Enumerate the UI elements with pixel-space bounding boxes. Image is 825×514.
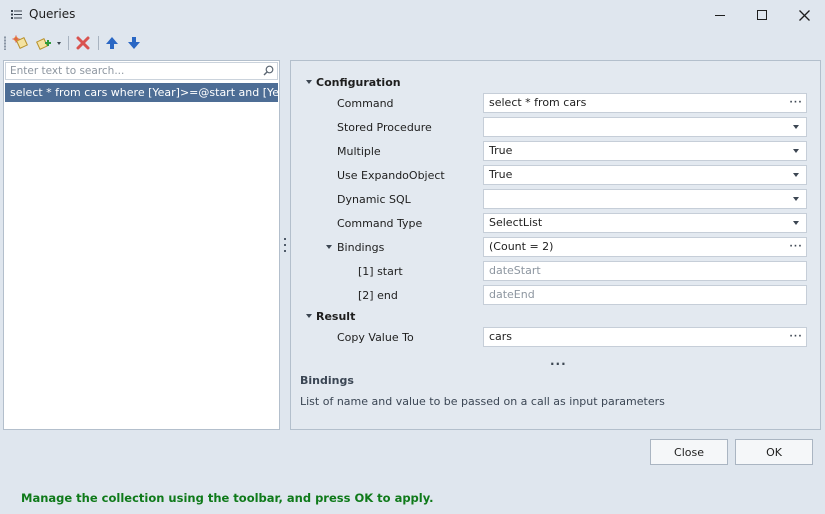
dropdown-button[interactable] [789, 190, 803, 208]
query-list-panel: select * from cars where [Year]>=@start … [3, 60, 280, 430]
search-box[interactable] [5, 62, 278, 80]
binding-start-label: [1] start [358, 265, 403, 278]
copy-value-to-label: Copy Value To [337, 331, 414, 344]
binding-start-field[interactable]: dateStart [483, 261, 807, 281]
dropdown-button[interactable] [789, 118, 803, 136]
collapse-caret-icon[interactable] [326, 245, 332, 249]
ellipsis-icon: ··· [789, 332, 803, 342]
command-label: Command [337, 97, 394, 110]
ellipsis-icon: ··· [789, 98, 803, 108]
list-icon [11, 9, 22, 20]
dropdown-button[interactable] [789, 214, 803, 232]
delete-icon [76, 36, 90, 50]
command-type-dropdown[interactable]: SelectList [483, 213, 807, 233]
collapse-caret-icon[interactable] [306, 314, 312, 318]
close-button[interactable]: Close [650, 439, 728, 465]
close-window-button[interactable] [783, 0, 825, 30]
copy-value-to-field[interactable]: cars ··· [483, 327, 807, 347]
binding-end-field[interactable]: dateEnd [483, 285, 807, 305]
command-field[interactable]: select * from cars ··· [483, 93, 807, 113]
binding-end-label: [2] end [358, 289, 398, 302]
footer: Manage the collection using the toolbar,… [0, 478, 825, 514]
title-bar: Queries [0, 0, 825, 30]
minimize-button[interactable] [699, 0, 741, 30]
maximize-icon [757, 10, 767, 20]
toolbar-separator [98, 36, 99, 50]
footer-hint: Manage the collection using the toolbar,… [21, 491, 434, 505]
search-icon[interactable] [263, 65, 274, 79]
stored-procedure-dropdown[interactable] [483, 117, 807, 137]
collapse-caret-icon[interactable] [306, 80, 312, 84]
close-icon [798, 9, 810, 21]
toolbar-separator [68, 36, 69, 50]
move-up-icon [106, 37, 118, 49]
ok-button[interactable]: OK [735, 439, 813, 465]
chevron-down-icon [793, 197, 799, 201]
toolbar [0, 30, 825, 56]
property-grid: Configuration Command select * from cars… [290, 60, 821, 430]
bindings-label: Bindings [337, 241, 385, 254]
command-type-label: Command Type [337, 217, 423, 230]
dropdown-button[interactable] [789, 166, 803, 184]
result-header[interactable]: Result [316, 310, 355, 323]
ellipsis-button[interactable]: ··· [789, 238, 803, 256]
list-item[interactable]: select * from cars where [Year]>=@start … [5, 83, 278, 102]
splitter-handle[interactable] [283, 238, 287, 252]
dropdown-button[interactable] [789, 142, 803, 160]
move-down-icon [128, 37, 140, 49]
dynamic-sql-label: Dynamic SQL [337, 193, 411, 206]
configuration-header[interactable]: Configuration [316, 76, 401, 89]
toolbar-grip[interactable] [4, 36, 6, 50]
chevron-down-icon [793, 221, 799, 225]
chevron-down-icon [793, 149, 799, 153]
ellipsis-button[interactable]: ··· [789, 328, 803, 346]
use-expando-dropdown[interactable]: True [483, 165, 807, 185]
bindings-field[interactable]: (Count = 2) ··· [483, 237, 807, 257]
move-down-button[interactable] [124, 33, 144, 53]
add-query-button[interactable] [10, 33, 30, 53]
use-expando-label: Use ExpandoObject [337, 169, 445, 182]
multiple-label: Multiple [337, 145, 381, 158]
search-input[interactable] [10, 64, 260, 78]
stored-procedure-label: Stored Procedure [337, 121, 432, 134]
ellipsis-button[interactable]: ··· [789, 94, 803, 112]
add-query-icon [12, 35, 28, 49]
description-text: List of name and value to be passed on a… [300, 395, 665, 408]
description-resize-handle[interactable]: ... [550, 354, 567, 368]
description-title: Bindings [300, 374, 354, 387]
maximize-button[interactable] [741, 0, 783, 30]
dynamic-sql-dropdown[interactable] [483, 189, 807, 209]
delete-button[interactable] [73, 33, 93, 53]
add-from-template-button[interactable] [35, 33, 63, 53]
chevron-down-icon [793, 173, 799, 177]
add-from-template-icon [36, 38, 61, 50]
window-title: Queries [29, 7, 76, 21]
multiple-dropdown[interactable]: True [483, 141, 807, 161]
move-up-button[interactable] [102, 33, 122, 53]
chevron-down-icon [793, 125, 799, 129]
queries-dialog: Queries Enter text to search... select *… [0, 0, 825, 514]
ellipsis-icon: ··· [789, 242, 803, 252]
minimize-icon [715, 15, 725, 16]
